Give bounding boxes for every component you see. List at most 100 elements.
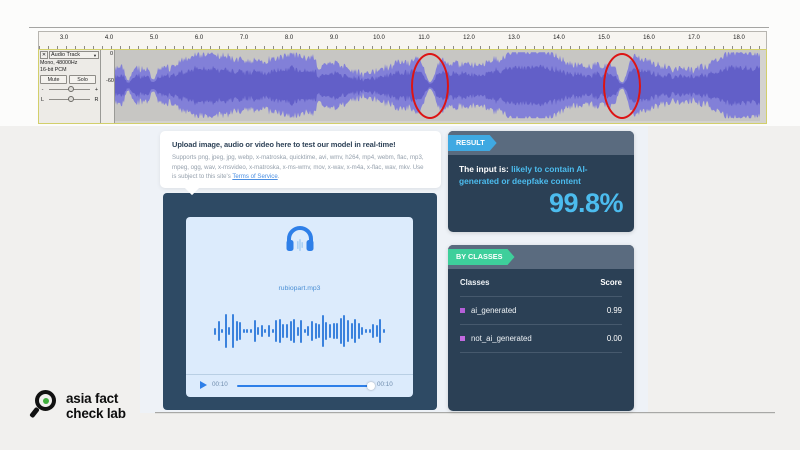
- waveform-bar: [250, 329, 252, 333]
- waveform-bar: [279, 319, 281, 343]
- result-body: The input is: likely to contain AI-gener…: [448, 155, 634, 219]
- waveform-bar: [329, 324, 331, 338]
- classes-table-header: Classes Score: [460, 269, 622, 297]
- waveform-bar: [214, 328, 216, 335]
- audio-waveform-bars: [186, 309, 413, 353]
- classes-panel-header: BY CLASSES: [448, 245, 634, 269]
- logo-text: asia fact check lab: [66, 391, 126, 421]
- table-row: not_ai_generated 0.00: [460, 325, 622, 353]
- close-track-button[interactable]: ✕: [40, 51, 48, 59]
- waveform-bar: [358, 323, 360, 339]
- ruler-tick: 16.0: [643, 35, 655, 41]
- gain-plus-label: +: [94, 87, 99, 93]
- waveform-bar: [383, 329, 385, 333]
- vertical-db-scale: 0 -60: [101, 50, 115, 123]
- progress-knob[interactable]: [367, 382, 375, 390]
- asia-fact-check-lab-logo: asia fact check lab: [30, 384, 160, 434]
- waveform-bar: [228, 327, 230, 334]
- pan-slider[interactable]: [47, 95, 92, 104]
- audacity-track: 3.04.05.06.07.08.09.010.011.012.013.014.…: [35, 27, 765, 123]
- waveform-bar: [372, 324, 374, 339]
- score-column-header: Score: [600, 278, 622, 287]
- ruler-tick: 6.0: [195, 35, 203, 41]
- class-bullet-icon: [460, 336, 465, 341]
- total-time: 00:10: [377, 381, 393, 388]
- timeline-ruler[interactable]: 3.04.05.06.07.08.09.010.011.012.013.014.…: [38, 31, 767, 50]
- annotation-circle-1: [411, 53, 449, 119]
- solo-button[interactable]: Solo: [69, 75, 96, 84]
- divider: [186, 374, 413, 375]
- ruler-tick: 10.0: [373, 35, 385, 41]
- pan-right-label: R: [94, 97, 99, 103]
- chevron-down-icon: ▼: [93, 53, 97, 58]
- class-score: 0.99: [607, 306, 622, 315]
- waveform-bar: [225, 314, 227, 348]
- classes-column-header: Classes: [460, 278, 600, 287]
- class-bullet-icon: [460, 308, 465, 313]
- result-percentage: 99.8%: [459, 188, 623, 219]
- audio-player-inner: rubiopart.mp3 00:10 00:10: [186, 217, 413, 397]
- waveform-display[interactable]: [115, 50, 766, 123]
- waveform-bar: [336, 323, 338, 339]
- result-panel: RESULT The input is: likely to contain A…: [448, 131, 634, 232]
- waveform-bar: [268, 325, 270, 337]
- by-classes-badge: BY CLASSES: [448, 249, 515, 265]
- gain-slider[interactable]: [47, 85, 92, 94]
- terms-of-service-link[interactable]: Terms of Service: [232, 173, 277, 180]
- ruler-tick: 18.0: [733, 35, 745, 41]
- waveform-bar: [361, 327, 363, 335]
- supports-period: .: [278, 173, 280, 180]
- ruler-tick: 11.0: [418, 35, 429, 41]
- play-button[interactable]: [200, 381, 207, 389]
- class-label: ai_generated: [460, 306, 607, 315]
- divider: [29, 27, 769, 28]
- waveform-bar: [290, 321, 292, 340]
- player-controls: 00:10 00:10: [186, 378, 413, 394]
- by-classes-panel: BY CLASSES Classes Score ai_generated 0.…: [448, 245, 634, 411]
- waveform-bar: [246, 329, 248, 333]
- result-text: The input is: likely to contain AI-gener…: [459, 163, 623, 187]
- pan-left-label: L: [40, 97, 45, 103]
- classes-table: Classes Score ai_generated 0.99 not_ai_g…: [448, 269, 634, 353]
- track-menu-dropdown[interactable]: Audio Track ▼: [49, 51, 99, 59]
- waveform-bar: [376, 325, 378, 338]
- waveform-bar: [340, 318, 342, 343]
- waveform-bar: [297, 327, 299, 336]
- logo-line-2: check lab: [66, 406, 126, 421]
- waveform-bar: [232, 314, 234, 349]
- supports-text: Supports png, jpeg, jpg, webp, x-matrosk…: [172, 154, 424, 180]
- ruler-tick: 7.0: [240, 35, 248, 41]
- class-label: not_ai_generated: [460, 334, 607, 343]
- waveform-bar: [261, 325, 263, 338]
- waveform-bar: [354, 319, 356, 344]
- waveform-bar: [365, 329, 367, 333]
- waveform-bar: [369, 329, 371, 333]
- waveform-bar: [322, 315, 324, 348]
- waveform-bar: [325, 322, 327, 339]
- db-label-60: -60: [106, 78, 114, 84]
- headphones-icon: [285, 225, 315, 255]
- ruler-tick: 13.0: [508, 35, 520, 41]
- gain-minus-label: -: [40, 87, 45, 93]
- waveform-bar: [318, 324, 320, 338]
- ruler-tick: 14.0: [553, 35, 565, 41]
- current-time: 00:10: [212, 381, 228, 388]
- track-title: Audio Track: [51, 52, 80, 58]
- ruler-tick: 12.0: [463, 35, 475, 41]
- waveform-bar: [347, 320, 349, 342]
- ruler-tick: 5.0: [150, 35, 158, 41]
- mute-button[interactable]: Mute: [40, 75, 67, 84]
- upload-dropzone-card[interactable]: Upload image, audio or video here to tes…: [160, 131, 441, 188]
- waveform-bar: [311, 321, 313, 342]
- table-row: ai_generated 0.99: [460, 297, 622, 325]
- audio-track-row: ✕ Audio Track ▼ Mono, 48000Hz 16-bit PCM…: [38, 49, 767, 124]
- progress-bar[interactable]: [237, 385, 373, 387]
- waveform-bar: [257, 327, 259, 334]
- waveform-bar: [304, 329, 306, 333]
- screenshot-bottom-edge: [155, 412, 775, 414]
- waveform-bar: [307, 326, 309, 335]
- waveform-bar: [293, 319, 295, 343]
- track-control-panel: ✕ Audio Track ▼ Mono, 48000Hz 16-bit PCM…: [39, 50, 101, 123]
- class-name: not_ai_generated: [471, 334, 532, 343]
- waveform-bar: [264, 329, 266, 333]
